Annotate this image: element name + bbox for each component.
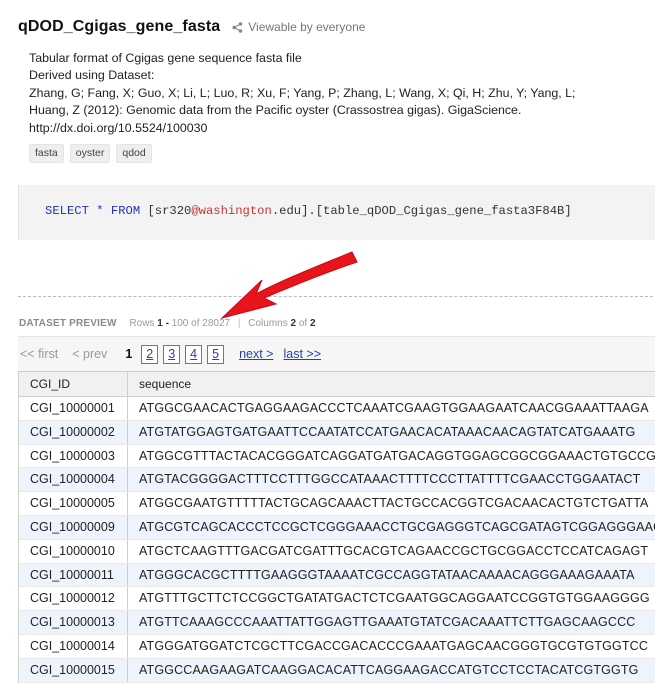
share-status[interactable]: Viewable by everyone [232,20,365,34]
dataset-header: qDOD_Cgigas_gene_fasta Viewable by every… [18,16,365,38]
pager-prev: < prev [72,347,108,361]
table-body: CGI_10000001 ATGGCGAACACTGAGGAAGACCCTCAAA… [19,397,655,683]
table-row: CGI_10000014 ATGGGATGGATCTCGCTTCGACCGACAC… [19,634,655,659]
table-row: CGI_10000011 ATGGGCACGCTTTTGAAGGGTAAAATCG… [19,563,655,588]
cell-sequence: ATGTTTGCTTCTCCGGCTGATATGACTCTCGAATGGCAGG… [139,591,650,606]
table-row: CGI_10000010 ATGCTCAAGTTTGACGATCGATTTGCAC… [19,539,655,564]
cell-cgi-id: CGI_10000005 [19,492,128,515]
cell-sequence: ATGTATGGAGTGATGAATTCCAATATCCATGAACACATAA… [139,424,636,439]
column-header-sequence[interactable]: sequence [128,372,655,396]
table-row: CGI_10000003 ATGGCGTTTACTACACGGGATCAGGATG… [19,444,655,469]
dataset-page: qDOD_Cgigas_gene_fasta Viewable by every… [0,0,655,683]
sql-star: * [96,204,104,218]
sql-owner: [sr320 [147,204,192,218]
pager-page-5[interactable]: 5 [207,344,225,364]
description-link[interactable]: http://dx.doi.org/10.5524/100030 [29,120,639,137]
dataset-description: Tabular format of Cgigas gene sequence f… [29,50,639,137]
dataset-title: qDOD_Cgigas_gene_fasta [18,18,221,35]
tag-list: fasta oyster qdod [29,144,158,163]
table-row: CGI_10000013 ATGTTCAAAGCCCAAATTATTGGAGTTG… [19,611,655,635]
sql-keyword-from: FROM [110,204,141,218]
preview-separator: | [237,318,241,329]
rows-start: 1 [157,318,163,329]
sql-query-box: SELECT * FROM [sr320@washington.edu].[ta… [18,185,655,240]
cell-cgi-id: CGI_10000014 [19,634,128,658]
table-row: CGI_10000012 ATGTTTGCTTCTCCGGCTGATATGACTC… [19,587,655,612]
table-header: CGI_ID sequence [19,371,655,397]
table-row: CGI_10000015 ATGGCCAAGAAGATCAAGGACACATTCA… [19,658,655,683]
columns-word: Columns [248,318,288,329]
pager-first: << first [20,347,59,361]
preview-table: CGI_ID sequence CGI_10000001 ATGGCGAACACT… [18,371,655,683]
cell-sequence: ATGCTCAAGTTTGACGATCGATTTGCACGTCAGAACCGCT… [139,543,649,558]
cell-sequence: ATGGCGTTTACTACACGGGATCAGGATGATGACAGGTGGA… [139,448,655,463]
pager-last[interactable]: last >> [283,347,321,361]
cell-cgi-id: CGI_10000003 [19,444,128,468]
tag-qdod[interactable]: qdod [116,144,152,163]
tag-oyster[interactable]: oyster [69,144,111,163]
cell-cgi-id: CGI_10000004 [19,468,128,492]
cell-sequence: ATGGCGAATGTTTTTACTGCAGCAAACTTACTGCCACGGT… [139,496,649,511]
cell-cgi-id: CGI_10000013 [19,611,128,634]
cell-sequence: ATGGCGAACACTGAGGAAGACCCTCAAATCGAAGTGGAAG… [139,401,649,415]
pagination-bar: << first < prev 1 2 3 4 5 next > last >> [18,336,655,371]
tag-fasta[interactable]: fasta [29,144,64,163]
cell-sequence: ATGGGCACGCTTTTGAAGGGTAAAATCGCCAGGTATAACA… [139,567,635,582]
table-row: CGI_10000009 ATGCGTCAGCACCCTCCGCTCGGGAAAC… [19,515,655,540]
share-icon [232,21,243,33]
pager-next[interactable]: next > [239,347,273,361]
rows-word: Rows [129,318,155,329]
sql-table-name: .edu].[table_qDOD_Cgigas_gene_fasta3F84B… [271,204,572,218]
rows-total: 28027 [202,318,231,329]
cell-cgi-id: CGI_10000012 [19,587,128,611]
cell-sequence: ATGGCCAAGAAGATCAAGGACACATTCAGGAAGACCATGT… [139,662,639,677]
cell-sequence: ATGTACGGGGACTTTCCTTTGGCCATAAACTTTTCCCTTA… [139,472,641,487]
table-row: CGI_10000004 ATGTACGGGGACTTTCCTTTGGCCATAA… [19,468,655,493]
columns-shown: 2 [290,318,297,329]
section-divider [18,296,655,297]
table-row: CGI_10000002 ATGTATGGAGTGATGAATTCCAATATCC… [19,420,655,445]
preview-label: DATASET PREVIEW [19,318,117,329]
sql-keyword-select: SELECT [45,204,89,218]
rows-dash: - [165,318,169,329]
table-row: CGI_10000001 ATGGCGAACACTGAGGAAGACCCTCAAA… [19,397,655,421]
cell-cgi-id: CGI_10000009 [19,515,128,539]
description-line: Zhang, G; Fang, X; Guo, X; Li, L; Luo, R… [29,85,576,100]
cell-cgi-id: CGI_10000001 [19,397,128,420]
cell-sequence: ATGGGATGGATCTCGCTTCGACCGACACCCGAAATGAGCA… [139,638,649,653]
description-line: Tabular format of Cgigas gene sequence f… [29,51,302,65]
rows-end: 100 [171,318,189,329]
cell-cgi-id: CGI_10000011 [19,563,128,587]
rows-of: of [191,318,200,329]
cell-sequence: ATGTTCAAAGCCCAAATTATTGGAGTTGAAATGTATCGAC… [139,615,636,630]
pager-page-4[interactable]: 4 [185,344,203,364]
cell-cgi-id: CGI_10000015 [19,658,128,682]
description-line: Derived using Dataset: [29,68,155,83]
column-header-cgi-id[interactable]: CGI_ID [19,372,128,396]
share-text: Viewable by everyone [248,20,366,34]
columns-of: of [298,318,308,329]
pager-page-3[interactable]: 3 [163,344,181,364]
pager-page-2[interactable]: 2 [141,344,159,364]
description-line: Huang, Z (2012): Genomic data from the P… [29,103,522,118]
sql-query[interactable]: SELECT * FROM [sr320@washington.edu].[ta… [45,204,572,218]
table-row: CGI_10000005 ATGGCGAATGTTTTTACTGCAGCAAACT… [19,492,655,516]
dataset-preview-info: DATASET PREVIEW Rows 1 - 100 of 28027 | … [19,318,316,329]
sql-owner-domain: @washington [191,204,272,218]
pager-current-page: 1 [125,347,133,361]
columns-total: 2 [309,318,316,329]
cell-cgi-id: CGI_10000002 [19,420,128,444]
cell-cgi-id: CGI_10000010 [19,539,128,563]
cell-sequence: ATGCGTCAGCACCCTCCGCTCGGGAAACCTGCGAGGGTCA… [139,519,655,534]
